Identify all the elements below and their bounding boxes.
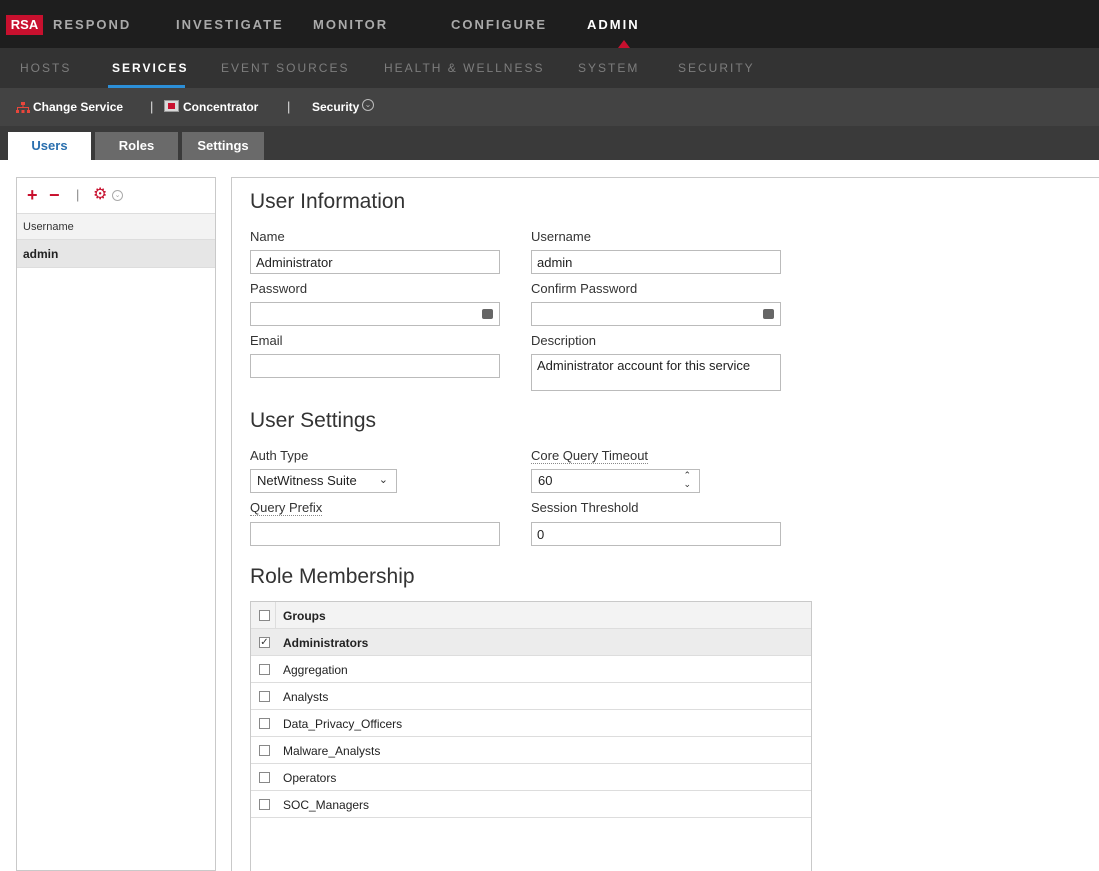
tab-bar: Users Roles Settings [0,126,1099,160]
user-settings-heading: User Settings [250,409,377,432]
separator: | [287,99,291,114]
user-information-heading: User Information [250,190,406,213]
rsa-logo[interactable]: RSA [6,15,43,35]
query-prefix-field[interactable] [250,522,500,546]
username-label: Username [531,229,591,244]
query-prefix-label: Query Prefix [250,500,323,516]
add-user-icon[interactable]: + [27,186,38,204]
group-name: SOC_Managers [283,798,370,812]
group-checkbox[interactable] [259,772,270,783]
subnav-event-sources[interactable]: EVENT SOURCES [221,61,349,75]
subnav-system[interactable]: SYSTEM [578,61,639,75]
group-name: Data_Privacy_Officers [283,717,403,731]
description-field[interactable]: Administrator account for this service [531,354,781,391]
confirm-password-field[interactable] [531,302,781,326]
column-divider [275,602,276,629]
concentrator-icon [164,100,179,112]
active-nav-indicator [618,40,630,48]
group-checkbox[interactable] [259,664,270,675]
change-service-icon [16,102,30,113]
user-row[interactable]: admin [17,240,215,268]
users-list-panel: + − | ⚙ ⌄ Username admin [16,177,216,871]
separator: | [150,99,154,114]
email-label: Email [250,333,283,348]
group-checkbox[interactable] [259,745,270,756]
name-field[interactable] [250,250,500,274]
admin-sub-navigation: HOSTS SERVICES EVENT SOURCES HEALTH & WE… [0,48,1099,88]
confirm-password-label: Confirm Password [531,281,638,296]
session-threshold-field[interactable] [531,522,781,546]
group-name: Malware_Analysts [283,744,381,758]
subnav-security[interactable]: SECURITY [678,61,755,75]
change-service-button[interactable]: Change Service [33,100,123,114]
group-row[interactable]: Data_Privacy_Officers [251,710,811,737]
stepper-icon[interactable]: ⌃ ⌄ [683,471,691,489]
password-label: Password [250,281,308,296]
email-field[interactable] [250,354,500,378]
core-query-timeout-label: Core Query Timeout [531,448,649,464]
group-name: Operators [283,771,337,785]
user-details-panel: User Information Name Username Password … [231,177,1099,871]
nav-investigate[interactable]: INVESTIGATE [176,15,284,35]
gear-icon[interactable]: ⚙ [93,186,107,204]
group-row[interactable]: SOC_Managers [251,791,811,818]
tab-settings[interactable]: Settings [182,132,264,160]
group-checkbox[interactable] [259,691,270,702]
nav-admin[interactable]: ADMIN [587,15,640,35]
chevron-down-icon: ⌄ [378,474,388,486]
nav-monitor[interactable]: MONITOR [313,15,388,35]
chevron-down-icon[interactable]: ⌄ [362,99,374,111]
subnav-health-wellness[interactable]: HEALTH & WELLNESS [384,61,544,75]
group-checkbox[interactable] [259,718,270,729]
chevron-down-icon[interactable]: ⌄ [112,190,123,201]
service-bar: Change Service | Concentrator | Security… [0,88,1099,126]
name-label: Name [250,229,285,244]
core-query-timeout-value: 60 [538,473,553,488]
group-row[interactable]: Malware_Analysts [251,737,811,764]
auth-type-value: NetWitness Suite [257,473,357,488]
session-threshold-label: Session Threshold [531,500,639,515]
groups-column-header[interactable]: Groups [283,609,326,623]
core-query-timeout-stepper[interactable]: 60 ⌃ ⌄ [531,469,700,493]
group-checkbox[interactable]: ✓ [259,637,270,648]
select-all-checkbox[interactable] [259,610,270,621]
separator: | [76,187,80,202]
group-row[interactable]: ✓ Administrators [251,629,811,656]
users-toolbar: + − | ⚙ ⌄ [17,178,215,214]
tab-roles[interactable]: Roles [95,132,178,160]
password-icon[interactable] [763,309,774,319]
role-membership-grid: Groups ✓ Administrators Aggregation Anal… [250,601,812,871]
subnav-services[interactable]: SERVICES [112,61,188,75]
group-name: Administrators [283,636,369,650]
group-name: Analysts [283,690,329,704]
role-membership-heading: Role Membership [250,565,415,588]
subnav-hosts[interactable]: HOSTS [20,61,71,75]
tab-users[interactable]: Users [8,132,91,160]
groups-header-row: Groups [251,602,811,629]
service-name[interactable]: Concentrator [183,100,258,114]
auth-type-label: Auth Type [250,448,309,463]
password-field[interactable] [250,302,500,326]
password-icon[interactable] [482,309,493,319]
remove-user-icon[interactable]: − [49,186,60,204]
username-field[interactable] [531,250,781,274]
view-selector[interactable]: Security [312,100,359,114]
username-column-header[interactable]: Username [17,214,215,240]
group-name: Aggregation [283,663,348,677]
auth-type-select[interactable]: NetWitness Suite ⌄ [250,469,397,493]
top-navigation: RSA RESPOND INVESTIGATE MONITOR CONFIGUR… [0,0,1099,48]
group-row[interactable]: Analysts [251,683,811,710]
nav-respond[interactable]: RESPOND [53,15,131,35]
group-checkbox[interactable] [259,799,270,810]
group-row[interactable]: Operators [251,764,811,791]
nav-configure[interactable]: CONFIGURE [451,15,547,35]
description-label: Description [531,333,597,348]
group-row[interactable]: Aggregation [251,656,811,683]
